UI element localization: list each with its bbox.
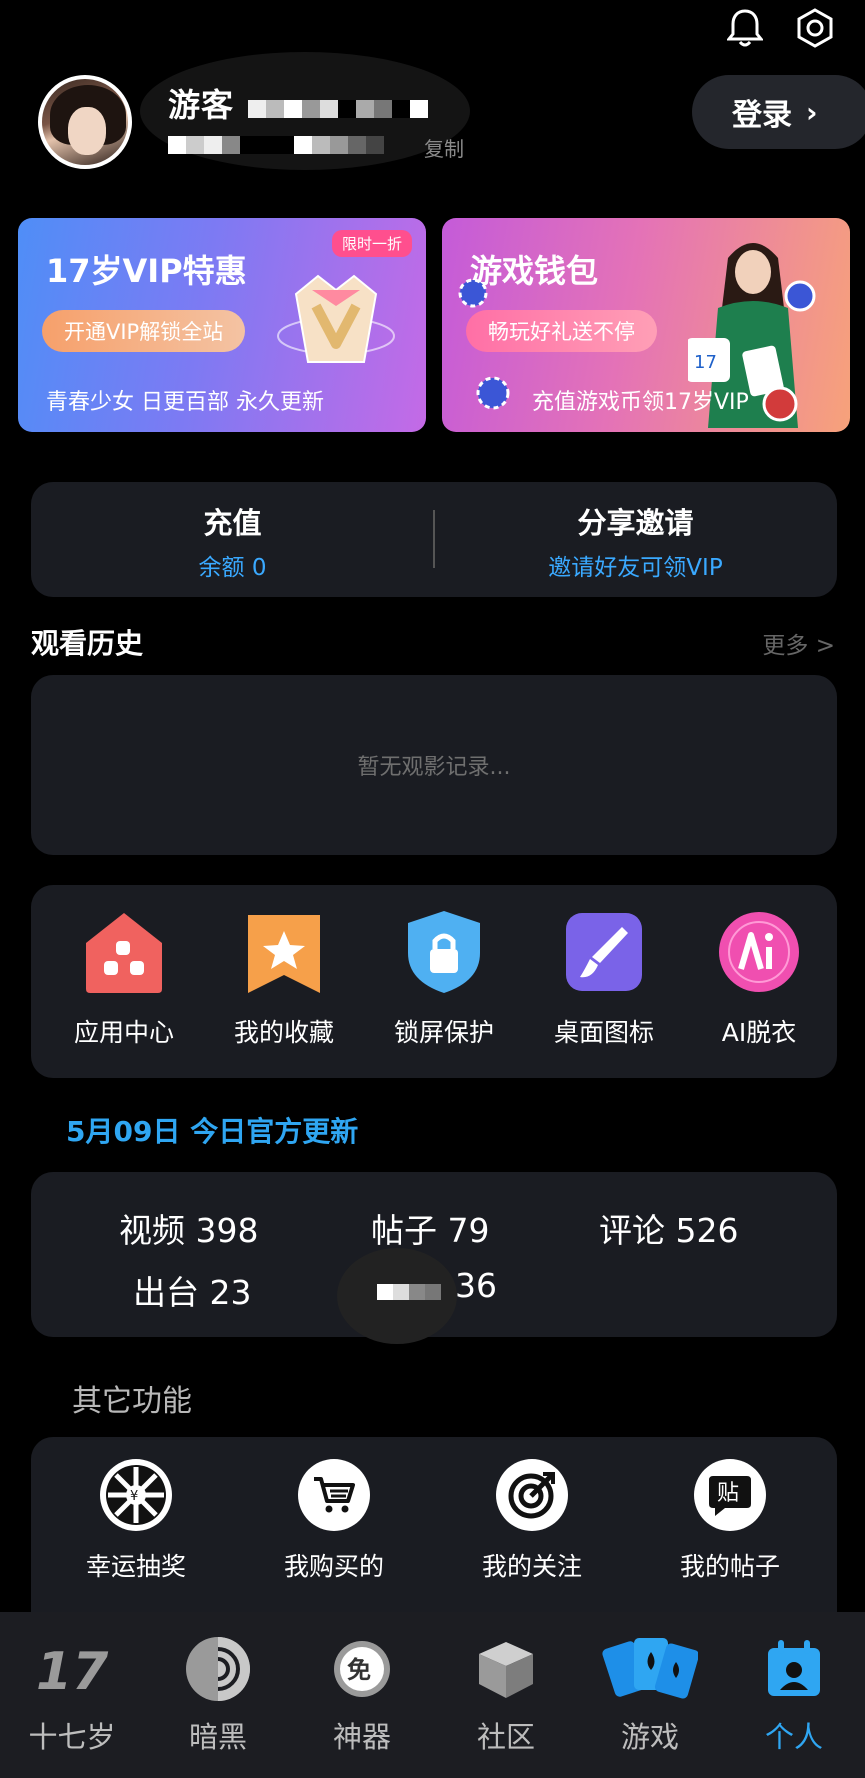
seventeen-logo-icon: 17 xyxy=(12,1634,132,1704)
invite-subtitle: 邀请好友可领VIP xyxy=(548,555,723,581)
poker-chip-icon xyxy=(476,376,510,410)
tab-label: 游戏 xyxy=(620,1720,679,1754)
feature-label: 我购买的 xyxy=(283,1552,384,1581)
vip-crown-icon xyxy=(277,274,395,363)
app-center-icon xyxy=(82,909,166,995)
other-features-title: 其它功能 xyxy=(72,1384,192,1419)
tab-games[interactable]: 游戏 xyxy=(590,1634,710,1756)
my-posts-button[interactable]: 贴 我的帖子 xyxy=(645,1459,815,1583)
my-follows-button[interactable]: 我的关注 xyxy=(447,1459,617,1583)
svg-text:贴: 贴 xyxy=(717,1481,739,1506)
history-more-link[interactable]: 更多 > xyxy=(762,626,835,660)
wallet-promo-pill: 畅玩好礼送不停 xyxy=(466,310,657,352)
app-label: 桌面图标 xyxy=(553,1018,654,1047)
game-wallet-banner[interactable]: 游戏钱包 畅玩好礼送不停 17 充值游戏币领17岁VIP xyxy=(442,218,850,432)
redacted-uid-mosaic xyxy=(168,136,384,154)
tab-label: 十七岁 xyxy=(28,1720,116,1754)
chevron-right-icon: › xyxy=(806,95,818,129)
redacted-id-mosaic xyxy=(248,100,428,118)
screen-lock-button[interactable]: 锁屏保护 xyxy=(369,909,519,1049)
tab-tools[interactable]: 免 神器 xyxy=(302,1634,422,1756)
tab-label: 个人 xyxy=(764,1720,823,1754)
desktop-icon-button[interactable]: 桌面图标 xyxy=(529,909,679,1049)
target-icon xyxy=(496,1459,568,1531)
history-title: 观看历史 xyxy=(31,627,144,660)
post-icon: 贴 xyxy=(694,1459,766,1531)
lock-shield-icon xyxy=(402,909,486,995)
divider xyxy=(433,510,435,568)
cube-icon xyxy=(446,1634,566,1704)
tab-label: 神器 xyxy=(332,1720,391,1754)
notification-bell-icon[interactable] xyxy=(725,8,765,48)
stat-comments: 评论 526 xyxy=(599,1211,739,1250)
redacted-label-mosaic xyxy=(377,1284,441,1300)
vip-promo-banner[interactable]: 限时一折 17岁VIP特惠 开通VIP解锁全站 青春少女 日更百部 永久更新 xyxy=(18,218,426,432)
stat-redacted: 36 xyxy=(455,1266,497,1305)
daily-update-title: 5月09日 今日官方更新 xyxy=(66,1115,359,1148)
cart-icon xyxy=(298,1459,370,1531)
copy-button[interactable]: 复制 xyxy=(424,133,464,162)
app-label: 我的收藏 xyxy=(233,1018,334,1047)
wallet-banner-subtitle: 充值游戏币领17岁VIP xyxy=(532,390,749,415)
app-label: AI脱衣 xyxy=(721,1018,797,1047)
svg-text:17: 17 xyxy=(694,352,717,373)
free-badge-icon: 免 xyxy=(302,1634,422,1704)
tab-dark[interactable]: 暗黑 xyxy=(158,1634,278,1756)
login-label: 登录 xyxy=(732,98,792,133)
cards-icon xyxy=(590,1634,710,1704)
favorites-button[interactable]: 我的收藏 xyxy=(209,909,359,1049)
tab-seventeen[interactable]: 17 十七岁 xyxy=(12,1634,132,1756)
limited-offer-badge: 限时一折 xyxy=(331,230,412,257)
profile-calendar-icon xyxy=(734,1634,854,1704)
star-bookmark-icon xyxy=(242,909,326,995)
feature-label: 幸运抽奖 xyxy=(85,1552,186,1581)
stat-escort: 出台 23 xyxy=(133,1273,252,1312)
bottom-tab-bar: 17 十七岁 暗黑 免 神器 社区 游戏 个人 xyxy=(0,1612,865,1778)
brush-icon xyxy=(562,909,646,995)
update-stats-card: 视频 398 帖子 79 评论 526 出台 23 36 xyxy=(31,1172,837,1344)
feature-label: 我的关注 xyxy=(481,1552,582,1581)
dark-circle-icon xyxy=(158,1634,278,1704)
stat-posts: 帖子 79 xyxy=(371,1211,490,1250)
username: 游客 xyxy=(168,86,235,124)
tab-community[interactable]: 社区 xyxy=(446,1634,566,1756)
vip-unlock-pill: 开通VIP解锁全站 xyxy=(42,310,246,352)
vip-banner-title: 17岁VIP特惠 xyxy=(46,252,247,290)
ai-undress-button[interactable]: AI脱衣 xyxy=(684,909,834,1049)
other-features-card: ¥ 幸运抽奖 我购买的 我的关注 贴 我的帖子 xyxy=(31,1437,837,1637)
wallet-banner-title: 游戏钱包 xyxy=(470,252,599,290)
feature-label: 我的帖子 xyxy=(679,1552,780,1581)
settings-icon[interactable] xyxy=(795,8,835,48)
balance-text: 余额 0 xyxy=(198,555,267,581)
app-label: 应用中心 xyxy=(73,1018,174,1047)
recharge-button[interactable]: 充值 余额 0 xyxy=(31,482,434,597)
recharge-title: 充值 xyxy=(203,506,262,540)
lucky-wheel-icon: ¥ xyxy=(100,1459,172,1531)
login-button[interactable]: 登录 › xyxy=(692,75,865,149)
history-empty-text: 暂无观影记录... xyxy=(357,755,511,780)
svg-text:免: 免 xyxy=(347,1656,371,1684)
lucky-draw-button[interactable]: ¥ 幸运抽奖 xyxy=(51,1459,221,1583)
ai-icon xyxy=(717,909,801,995)
app-center-button[interactable]: 应用中心 xyxy=(49,909,199,1049)
my-purchases-button[interactable]: 我购买的 xyxy=(249,1459,419,1583)
share-invite-button[interactable]: 分享邀请 邀请好友可领VIP xyxy=(434,482,837,597)
app-shortcuts-grid: 应用中心 我的收藏 锁屏保护 桌面图标 AI脱衣 xyxy=(31,885,837,1078)
vip-banner-subtitle: 青春少女 日更百部 永久更新 xyxy=(46,390,324,415)
app-label: 锁屏保护 xyxy=(393,1018,494,1047)
avatar[interactable] xyxy=(38,75,132,169)
tab-profile[interactable]: 个人 xyxy=(734,1634,854,1756)
poker-chip-icon xyxy=(458,278,488,308)
svg-text:17: 17 xyxy=(36,1643,109,1695)
tab-label: 暗黑 xyxy=(188,1720,247,1754)
history-empty-state: 暂无观影记录... xyxy=(31,675,837,855)
stat-videos: 视频 398 xyxy=(119,1211,259,1250)
svg-text:¥: ¥ xyxy=(130,1489,138,1504)
tab-label: 社区 xyxy=(476,1720,535,1754)
invite-title: 分享邀请 xyxy=(577,506,694,540)
